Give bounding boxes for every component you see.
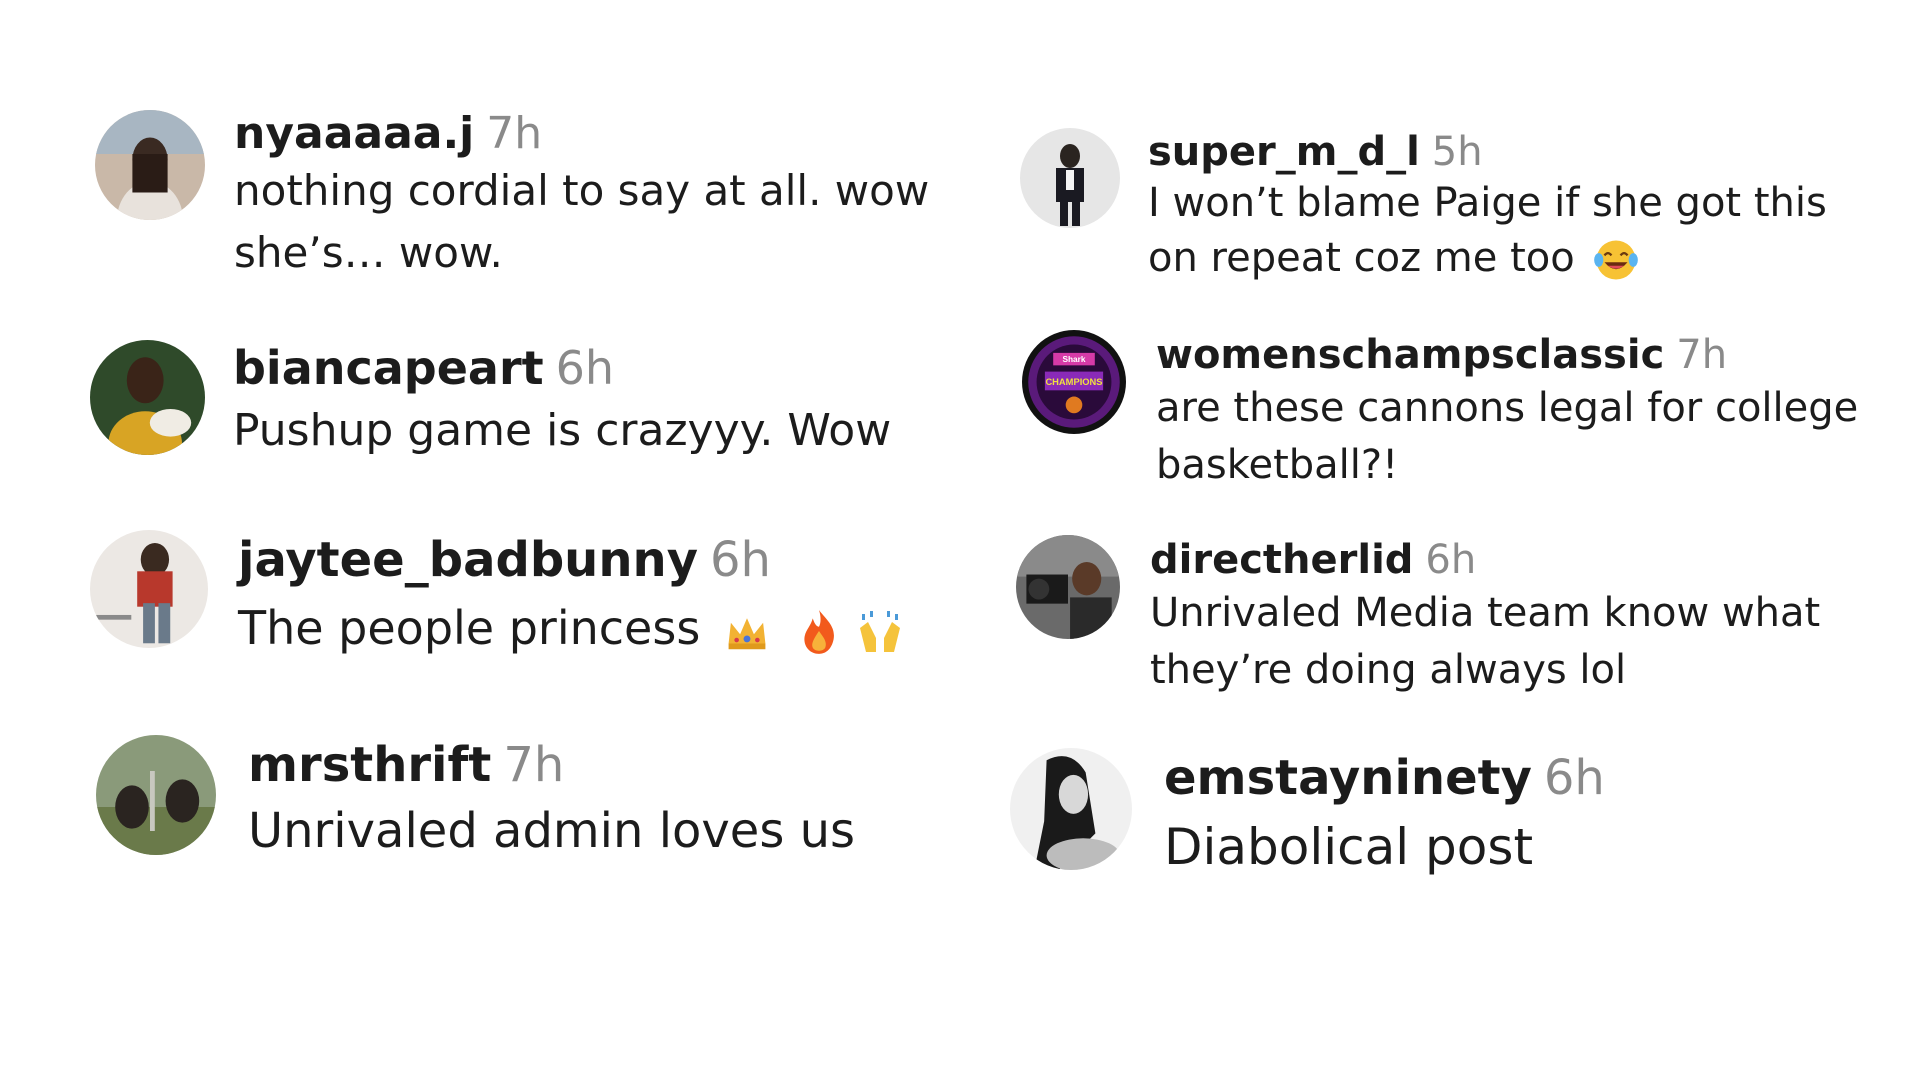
timestamp[interactable]: 6h — [710, 530, 771, 590]
timestamp[interactable]: 6h — [556, 340, 614, 396]
avatar[interactable] — [90, 340, 205, 455]
timestamp[interactable]: 7h — [1676, 330, 1727, 380]
avatar-image: Shark CHAMPIONS — [1022, 330, 1126, 434]
comment-item: biancapeart 6h Pushup game is crazyyy. W… — [90, 340, 973, 466]
avatar[interactable] — [1010, 748, 1132, 870]
tears-of-joy-emoji — [1593, 237, 1639, 283]
avatar-image — [1020, 128, 1120, 228]
username[interactable]: nyaaaaa.j — [234, 108, 474, 160]
avatar-image — [96, 735, 216, 855]
avatar-logo-main: CHAMPIONS — [1045, 377, 1102, 387]
comment-item: nyaaaaa.j 7h nothing cordial to say at a… — [95, 108, 974, 284]
avatar-image — [1010, 748, 1132, 870]
avatar-image — [1016, 535, 1120, 639]
avatar[interactable]: Shark CHAMPIONS — [1022, 330, 1126, 434]
username[interactable]: emstayninety — [1164, 748, 1532, 808]
username[interactable]: mrsthrift — [248, 735, 491, 795]
comment-text-content: The people princess — [238, 601, 701, 655]
timestamp[interactable]: 6h — [1425, 535, 1476, 585]
username[interactable]: super_m_d_l — [1148, 128, 1420, 176]
comment-text: Unrivaled admin loves us — [248, 803, 856, 859]
avatar-image — [95, 110, 205, 220]
timestamp[interactable]: 7h — [486, 108, 542, 160]
comment-text: Diabolical post — [1164, 818, 1534, 876]
comment-text: nothing cordial to say at all. wow she’s… — [234, 166, 930, 277]
username[interactable]: biancapeart — [233, 340, 544, 396]
avatar-logo-top: Shark — [1062, 354, 1085, 364]
comment-text: Pushup game is crazyyy. Wow — [233, 405, 892, 456]
username[interactable]: directherlid — [1150, 535, 1413, 585]
comment-text: are these cannons legal for college bask… — [1156, 385, 1859, 488]
avatar-image — [90, 530, 208, 648]
username[interactable]: womenschampsclassic — [1156, 330, 1664, 380]
clipped-text-fragment — [240, 505, 540, 511]
avatar[interactable] — [1020, 128, 1120, 228]
avatar[interactable] — [96, 735, 216, 855]
raising-hands-emoji — [856, 608, 904, 656]
avatar[interactable] — [90, 530, 208, 648]
comment-item: Shark CHAMPIONS womenschampsclassic 7h a… — [1022, 330, 1896, 494]
avatar[interactable] — [95, 110, 205, 220]
username[interactable]: jaytee_badbunny — [238, 530, 698, 590]
comment-item: emstayninety 6h Diabolical post — [1010, 748, 1904, 886]
comment-item: directherlid 6h Unrivaled Media team kno… — [1016, 535, 1890, 699]
timestamp[interactable]: 6h — [1544, 748, 1605, 808]
comment-text: Unrivaled Media team know what they’re d… — [1150, 590, 1821, 693]
fire-emoji — [798, 608, 840, 656]
comment-item: super_m_d_l 5h I won’t blame Paige if sh… — [1020, 128, 1888, 286]
comment-item: mrsthrift 7h Unrivaled admin loves us — [96, 735, 988, 867]
avatar-image — [90, 340, 205, 455]
avatar[interactable] — [1016, 535, 1120, 639]
crown-emoji — [724, 609, 770, 655]
timestamp[interactable]: 5h — [1432, 128, 1483, 176]
comment-item: jaytee_badbunny 6h The people princess — [90, 530, 998, 666]
comment-text: I won’t blame Paige if she got this on r… — [1148, 176, 1888, 286]
comment-text: The people princess — [238, 590, 998, 666]
timestamp[interactable]: 7h — [503, 735, 564, 795]
comment-text-content: I won’t blame Paige if she got this on r… — [1148, 180, 1827, 281]
